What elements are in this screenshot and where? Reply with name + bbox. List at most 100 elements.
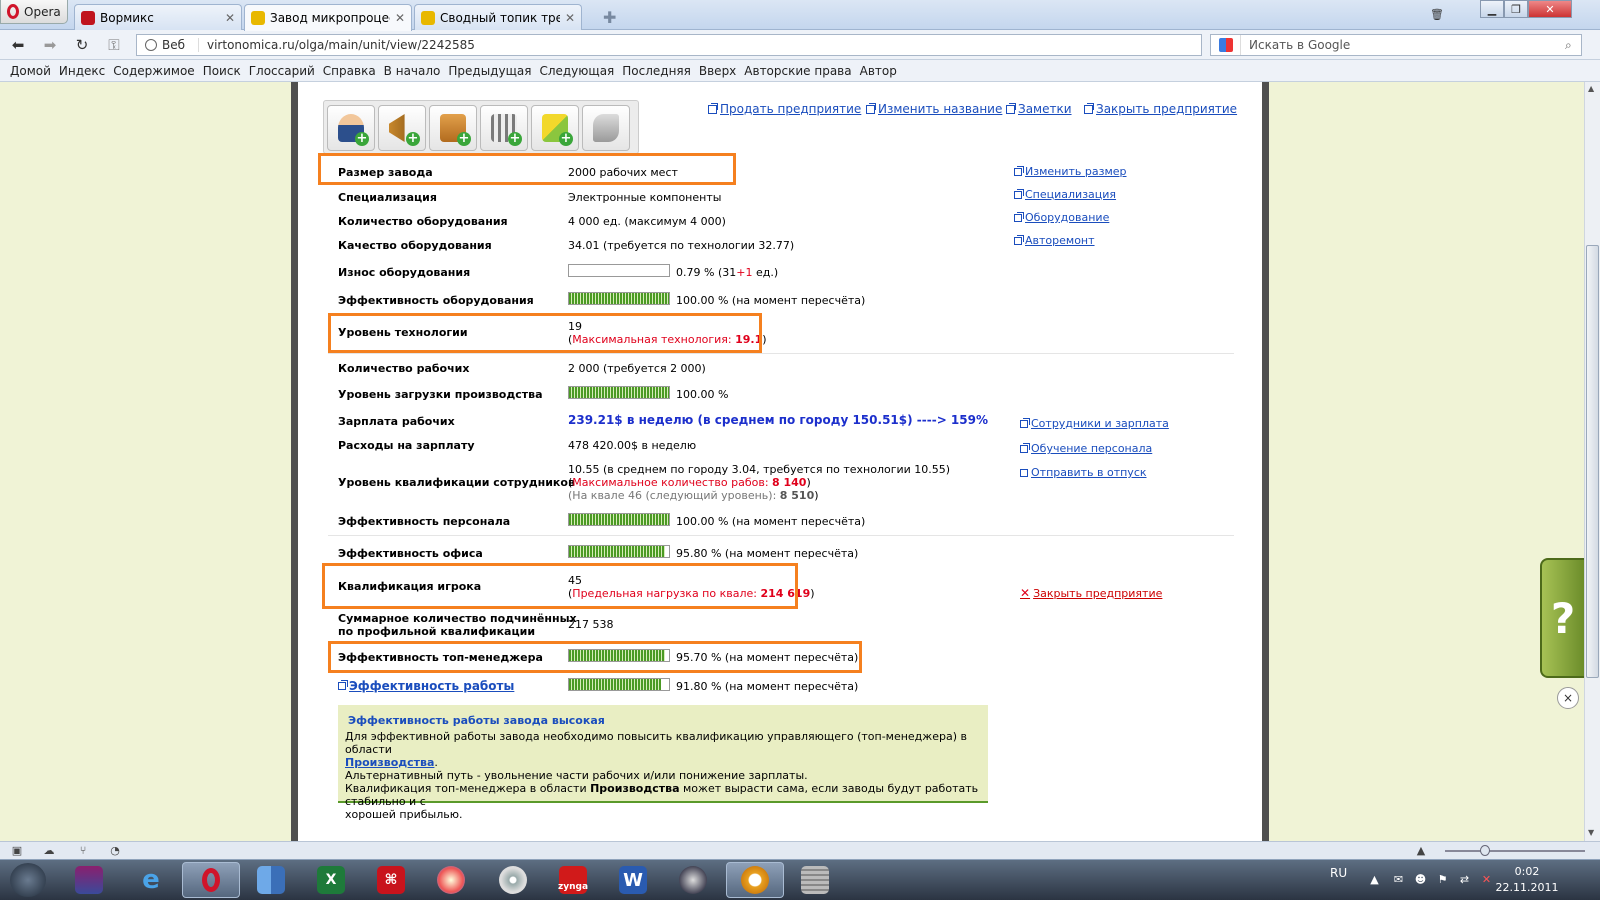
tab-summary-topic[interactable]: Сводный топик требо... ✕ bbox=[414, 4, 582, 30]
production-link[interactable]: Производства bbox=[345, 756, 434, 769]
word-app-icon[interactable]: W bbox=[604, 862, 662, 898]
product-icon[interactable]: + bbox=[531, 105, 579, 151]
scroll-down-icon[interactable]: ▼ bbox=[1588, 828, 1594, 837]
nav-link-previous[interactable]: Предыдущая bbox=[448, 64, 531, 78]
search-icon[interactable]: ⌕ bbox=[1565, 38, 1581, 53]
nav-link-last[interactable]: Последняя bbox=[622, 64, 691, 78]
calculator-app-icon[interactable] bbox=[786, 862, 844, 898]
notes-label[interactable]: Заметки bbox=[1018, 102, 1072, 116]
network-tray-icon[interactable]: ⇄ bbox=[1458, 873, 1471, 886]
specialization-value: Электронные компоненты bbox=[568, 191, 722, 204]
close-icon[interactable]: ✕ bbox=[225, 11, 235, 25]
close-window-icon[interactable]: ✕ bbox=[1528, 0, 1572, 18]
nav-link-index[interactable]: Индекс bbox=[59, 64, 105, 78]
new-tab-plus-icon[interactable]: ✚ bbox=[603, 8, 616, 27]
finder-app-icon[interactable] bbox=[242, 862, 300, 898]
zoom-slider-track[interactable] bbox=[1445, 850, 1585, 852]
external-link-icon bbox=[1014, 211, 1024, 222]
opera-menu-button[interactable]: Opera bbox=[0, 0, 68, 24]
deal-icon[interactable] bbox=[582, 105, 630, 151]
google-icon[interactable] bbox=[1211, 35, 1241, 55]
trash-icon[interactable]: 🗑 bbox=[1428, 6, 1446, 22]
equipment-icon[interactable]: + bbox=[480, 105, 528, 151]
nav-link-up[interactable]: Вверх bbox=[699, 64, 736, 78]
opera-app-icon[interactable] bbox=[182, 862, 240, 898]
close-unit-link[interactable]: ✕ Закрыть предприятие bbox=[1020, 586, 1162, 600]
tray-expand-icon[interactable]: ▲ bbox=[1368, 873, 1381, 886]
auto-repair-link[interactable]: Авторемонт bbox=[1014, 234, 1095, 247]
close-icon[interactable]: ✕ bbox=[565, 11, 575, 25]
user-tray-icon[interactable]: ☻ bbox=[1414, 873, 1427, 886]
status-bar: ▣ ☁ ⑂ ◔ ▲ bbox=[0, 841, 1600, 859]
close-unit-top-label[interactable]: Закрыть предприятие bbox=[1096, 102, 1237, 116]
zoom-arrow-icon[interactable]: ▲ bbox=[1414, 844, 1428, 857]
paint-app-icon[interactable] bbox=[422, 862, 480, 898]
rename-unit-link[interactable]: Изменить название bbox=[866, 102, 1002, 116]
vertical-scrollbar[interactable]: ▲ ▼ bbox=[1584, 82, 1600, 841]
key-icon[interactable]: ⚿ bbox=[104, 36, 124, 54]
speed-dial-icon[interactable]: ◔ bbox=[108, 844, 122, 857]
acrobat-app-icon[interactable]: ⌘ bbox=[362, 862, 420, 898]
web-mode-badge[interactable]: Веб bbox=[137, 38, 199, 52]
sell-unit-label[interactable]: Продать предприятие bbox=[720, 102, 861, 116]
supply-icon[interactable]: + bbox=[429, 105, 477, 151]
nav-link-first[interactable]: В начало bbox=[384, 64, 441, 78]
help-question-icon[interactable]: ? bbox=[1551, 594, 1575, 643]
zynga-app-icon[interactable]: zynga bbox=[544, 862, 602, 898]
search-placeholder[interactable]: Искать в Google bbox=[1241, 38, 1565, 52]
work-efficiency-label[interactable]: Эффективность работы bbox=[349, 679, 514, 693]
language-indicator[interactable]: RU bbox=[1330, 866, 1347, 880]
maximize-icon[interactable]: ❐ bbox=[1504, 0, 1528, 18]
nav-link-author[interactable]: Автор bbox=[860, 64, 897, 78]
zoom-slider-knob[interactable] bbox=[1480, 845, 1490, 856]
nav-link-contents[interactable]: Содержимое bbox=[113, 64, 194, 78]
media-player-app-icon[interactable] bbox=[484, 862, 542, 898]
nav-link-search[interactable]: Поиск bbox=[203, 64, 241, 78]
close-icon[interactable]: ✕ bbox=[395, 11, 405, 25]
scroll-up-icon[interactable]: ▲ bbox=[1588, 84, 1594, 93]
help-close-icon[interactable]: × bbox=[1557, 687, 1579, 709]
nav-link-next[interactable]: Следующая bbox=[539, 64, 614, 78]
nav-link-home[interactable]: Домой bbox=[10, 64, 51, 78]
flag-tray-icon[interactable]: ⚑ bbox=[1436, 873, 1449, 886]
specialization-link[interactable]: Специализация bbox=[1014, 188, 1116, 201]
tab-factory[interactable]: Завод микропроцесс... ✕ bbox=[244, 4, 412, 31]
change-size-link[interactable]: Изменить размер bbox=[1014, 165, 1127, 178]
forward-icon[interactable]: ➡ bbox=[40, 36, 60, 54]
staff-salary-link[interactable]: Сотрудники и зарплата bbox=[1020, 417, 1169, 430]
winrar-app-icon[interactable] bbox=[60, 862, 118, 898]
reload-icon[interactable]: ↻ bbox=[72, 36, 92, 54]
nav-link-help[interactable]: Справка bbox=[323, 64, 376, 78]
excel-app-icon[interactable]: X bbox=[302, 862, 360, 898]
nav-link-glossary[interactable]: Глоссарий bbox=[249, 64, 315, 78]
search-field[interactable]: Искать в Google ⌕ bbox=[1210, 34, 1582, 56]
mail-app-icon[interactable] bbox=[726, 862, 784, 898]
rename-unit-label[interactable]: Изменить название bbox=[878, 102, 1002, 116]
cloud-icon[interactable]: ☁ bbox=[42, 844, 56, 857]
share-icon[interactable]: ⑂ bbox=[76, 844, 90, 857]
tab-vormiks[interactable]: Вормикс ✕ bbox=[74, 4, 242, 30]
minimize-icon[interactable]: ▁ bbox=[1480, 0, 1504, 18]
work-efficiency-link[interactable]: Эффективность работы bbox=[338, 679, 514, 693]
sell-unit-link[interactable]: Продать предприятие bbox=[708, 102, 861, 116]
nav-link-copyright[interactable]: Авторские права bbox=[744, 64, 851, 78]
scroll-thumb[interactable] bbox=[1586, 245, 1599, 678]
send-vacation-link[interactable]: Отправить в отпуск bbox=[1020, 466, 1147, 479]
equipment-link[interactable]: Оборудование bbox=[1014, 211, 1109, 224]
advertising-icon[interactable]: + bbox=[378, 105, 426, 151]
clock-time: 0:02 bbox=[1514, 865, 1540, 878]
apple-start-icon[interactable] bbox=[10, 863, 46, 897]
back-icon[interactable]: ⬅ bbox=[8, 36, 28, 54]
internet-explorer-app-icon[interactable]: e bbox=[122, 862, 180, 898]
notes-link[interactable]: Заметки bbox=[1006, 102, 1072, 116]
panel-toggle-icon[interactable]: ▣ bbox=[10, 844, 24, 857]
system-clock[interactable]: 0:02 22.11.2011 bbox=[1492, 864, 1562, 896]
url-text[interactable]: virtonomica.ru/olga/main/unit/view/22425… bbox=[199, 38, 475, 52]
help-widget[interactable]: ? bbox=[1540, 558, 1584, 678]
hire-employee-icon[interactable]: + bbox=[327, 105, 375, 151]
mail-tray-icon[interactable]: ✉ bbox=[1392, 873, 1405, 886]
staff-training-link[interactable]: Обучение персонала bbox=[1020, 442, 1152, 455]
address-field[interactable]: Веб virtonomica.ru/olga/main/unit/view/2… bbox=[136, 34, 1202, 56]
close-unit-top-link[interactable]: Закрыть предприятие bbox=[1084, 102, 1237, 116]
safari-app-icon[interactable] bbox=[664, 862, 722, 898]
